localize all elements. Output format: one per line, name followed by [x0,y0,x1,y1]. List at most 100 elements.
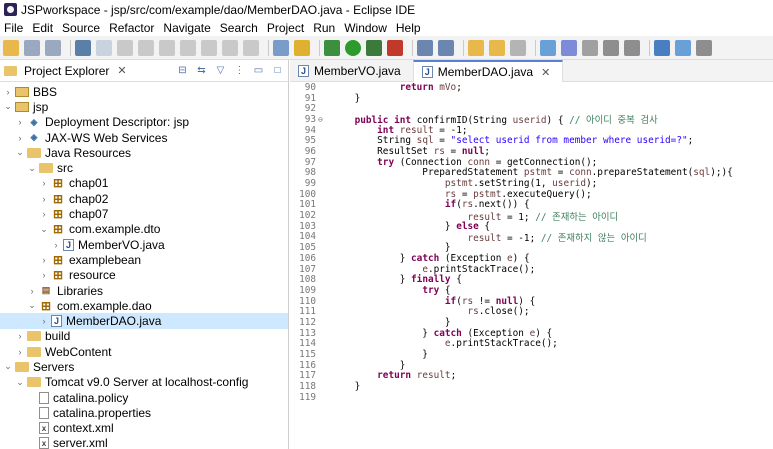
tree-item[interactable]: ⌄ ⊞ com.example.dto [0,222,288,237]
block-selection-icon[interactable] [582,39,598,56]
tree-item[interactable]: ⌄ src [0,160,288,175]
annotation-icon[interactable] [675,39,691,56]
collapse-icon[interactable]: ⌄ [27,163,37,174]
collapse-icon[interactable]: ⌄ [27,300,37,311]
new-icon[interactable] [3,39,19,56]
pin-icon[interactable] [540,39,556,56]
menu-navigate[interactable]: Navigate [163,21,210,35]
tree-item[interactable]: › ▤ Libraries [0,283,288,298]
tree-item[interactable]: › ⊞ chap02 [0,191,288,206]
close-icon[interactable]: ✕ [541,66,550,79]
collapse-icon[interactable]: ⌄ [3,101,13,112]
menu-file[interactable]: File [4,21,23,35]
tree-item[interactable]: › WebContent [0,344,288,359]
tree-item[interactable]: ⌄ jsp [0,99,288,114]
collapse-icon[interactable]: ⌄ [39,224,49,235]
expand-icon[interactable]: › [39,316,49,326]
tree-item[interactable]: › ◈ Deployment Descriptor: jsp [0,115,288,130]
expand-icon[interactable]: › [51,240,61,250]
tree-item[interactable]: › J MemberVO.java [0,237,288,252]
open-type-icon[interactable] [468,39,484,56]
expand-icon[interactable]: › [3,87,13,97]
link-with-editor-icon[interactable]: ⇆ [195,64,208,77]
expand-icon[interactable]: › [15,347,25,357]
new-class-icon[interactable] [438,39,454,56]
menu-help[interactable]: Help [396,21,421,35]
menu-project[interactable]: Project [267,21,304,35]
maximize-icon[interactable]: □ [271,64,284,77]
mark-occurrences-icon[interactable] [561,39,577,56]
show-whitespace-icon[interactable] [603,39,619,56]
expand-icon[interactable]: › [15,117,25,127]
suspend-icon[interactable] [138,39,154,56]
tree-item[interactable]: ⌄ Servers [0,359,288,374]
tree-item[interactable]: catalina.properties [0,405,288,420]
filter-icon[interactable]: ▽ [214,64,227,77]
minimize-icon[interactable]: ▭ [252,64,265,77]
disconnect-icon[interactable] [180,39,196,56]
tree-item[interactable]: › build [0,329,288,344]
tree-item[interactable]: ⌄ Tomcat v9.0 Server at localhost-config [0,375,288,390]
menu-run[interactable]: Run [313,21,335,35]
save-icon[interactable] [24,39,40,56]
collapse-icon[interactable]: ⌄ [3,361,13,372]
tree-item[interactable]: › ⊞ chap07 [0,206,288,221]
expand-icon[interactable]: › [39,209,49,219]
open-task-icon[interactable] [489,39,505,56]
expand-icon[interactable]: › [39,270,49,280]
tree-item[interactable]: › ◈ JAX-WS Web Services [0,130,288,145]
step-over-icon[interactable] [222,39,238,56]
resume-icon[interactable] [117,39,133,56]
tree-item[interactable]: › J MemberDAO.java [0,313,288,329]
editor-tabs: J MemberVO.java J MemberDAO.java ✕ [290,60,773,82]
tree-item[interactable]: › BBS [0,84,288,99]
external-tools-icon[interactable] [294,39,310,56]
new-java-project-icon[interactable] [417,39,433,56]
next-annotation-icon[interactable] [696,39,712,56]
step-return-icon[interactable] [243,39,259,56]
save-all-icon[interactable] [45,39,61,56]
menu-edit[interactable]: Edit [32,21,53,35]
expand-icon[interactable]: › [27,286,37,296]
tree-item[interactable]: › ⊞ chap01 [0,176,288,191]
collapse-all-icon[interactable]: ⊟ [176,64,189,77]
terminate-icon[interactable] [159,39,175,56]
terminal-icon[interactable] [75,39,91,56]
view-menu-icon[interactable]: ⋮ [233,64,246,77]
browser-icon[interactable] [654,39,670,56]
tree-item[interactable]: › ⊞ resource [0,268,288,283]
close-icon[interactable]: ✕ [117,64,126,77]
tree-item[interactable]: catalina.policy [0,390,288,405]
code-area[interactable]: 90 return mVo; 91 } 92 93 ⊖ public int confi… [290,82,773,449]
menu-refactor[interactable]: Refactor [109,21,154,35]
step-into-icon[interactable] [201,39,217,56]
tree-item[interactable]: x server.xml [0,436,288,449]
run-last-tool-icon[interactable] [387,39,403,56]
expand-icon[interactable]: › [15,331,25,341]
code-line: 95 String sql = "select userid from memb… [290,135,773,146]
project-explorer-tab[interactable]: Project Explorer ✕ ⊟ ⇆ ▽ ⋮ ▭ □ [0,60,288,82]
menu-source[interactable]: Source [62,21,100,35]
paragraph-icon[interactable] [624,39,640,56]
collapse-icon[interactable]: ⌄ [15,377,25,388]
tree-item[interactable]: ⌄ Java Resources [0,145,288,160]
menu-search[interactable]: Search [220,21,258,35]
coverage-icon[interactable] [366,39,382,56]
tree-item[interactable]: › ⊞ examplebean [0,252,288,267]
editor-tab[interactable]: J MemberDAO.java ✕ [412,60,564,82]
fold-icon[interactable]: ⊖ [318,115,328,124]
drop-to-frame-icon[interactable] [273,39,289,56]
expand-icon[interactable]: › [39,255,49,265]
tree-item[interactable]: ⌄ ⊞ com.example.dao [0,298,288,313]
tree-item[interactable]: x context.xml [0,421,288,436]
editor-tab[interactable]: J MemberVO.java [290,60,413,82]
menu-window[interactable]: Window [344,21,387,35]
debug-icon[interactable] [324,39,340,56]
expand-icon[interactable]: › [39,194,49,204]
skip-breakpoints-icon[interactable] [96,39,112,56]
expand-icon[interactable]: › [39,178,49,188]
search-icon[interactable] [510,39,526,56]
expand-icon[interactable]: › [15,133,25,143]
run-icon[interactable] [345,39,361,56]
collapse-icon[interactable]: ⌄ [15,147,25,158]
